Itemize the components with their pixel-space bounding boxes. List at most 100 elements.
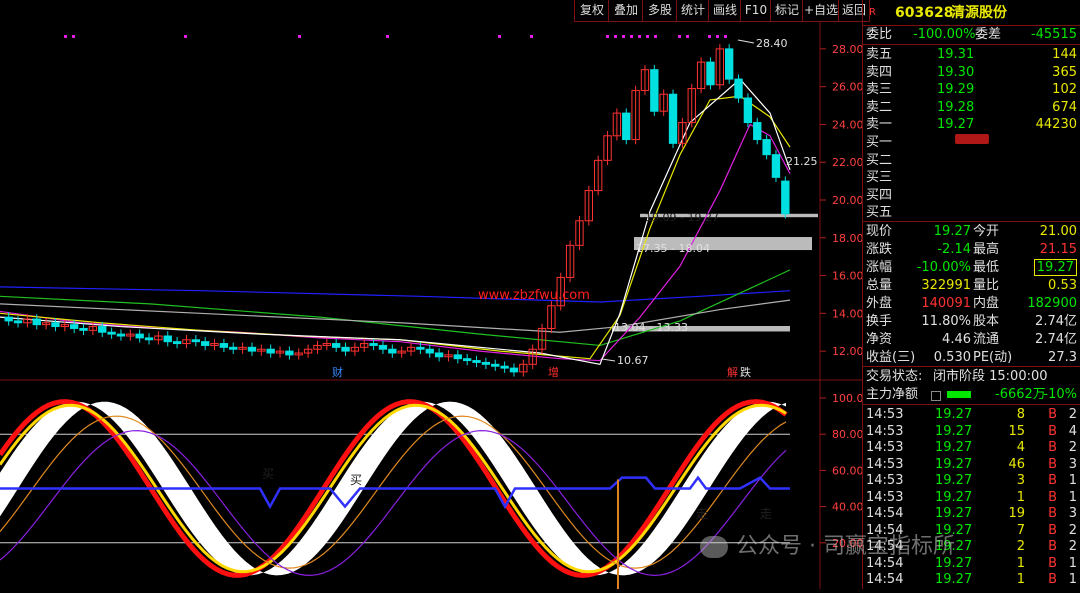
candle-body[interactable] xyxy=(650,69,659,112)
tick-time: 14:54 xyxy=(866,506,904,521)
y-tick-label: 26.00 xyxy=(832,81,862,94)
toolbar-4-button[interactable]: 统计 xyxy=(676,0,710,22)
event-marker: 增 xyxy=(548,365,559,379)
tick-direction: B xyxy=(1048,423,1057,439)
candle-body[interactable] xyxy=(229,346,238,350)
sub-signal-label: 买 xyxy=(350,473,362,487)
candle-body[interactable] xyxy=(481,361,491,365)
tick-row[interactable]: 14:53 19.27 1 B 1 xyxy=(863,489,1080,506)
sell-level-price: 19.29 xyxy=(937,82,975,97)
sub-y-tick-label: 80.00 xyxy=(832,428,862,441)
main-flow-value: -6662万 xyxy=(995,387,1046,402)
candle-body[interactable] xyxy=(266,348,275,354)
stat-row: 总量 322991 量比 0.53 xyxy=(863,277,1080,294)
toolbar-2-button[interactable]: 叠加 xyxy=(608,0,644,22)
candle-body[interactable] xyxy=(32,318,41,326)
toolbar-7-button[interactable]: 标记 xyxy=(770,0,804,22)
candle-body[interactable] xyxy=(762,139,771,156)
tick-count: 4 xyxy=(1068,423,1077,439)
candle-body[interactable] xyxy=(434,352,444,358)
candle-body[interactable] xyxy=(509,367,519,373)
tick-row[interactable]: 14:53 19.27 46 B 3 xyxy=(863,456,1080,473)
candle-body[interactable] xyxy=(668,93,678,144)
candle-body[interactable] xyxy=(378,344,388,350)
tick-count: 3 xyxy=(1068,456,1077,472)
signal-dot xyxy=(606,35,609,38)
tick-direction: B xyxy=(1048,539,1057,554)
toolbar-6-button[interactable]: F10 xyxy=(740,0,772,22)
chart-area[interactable]: 28.00 26.00 24.00 22.00 20.00 18.00 16.00 14.00… xyxy=(0,0,864,589)
candle-body[interactable] xyxy=(191,339,200,343)
candle-body[interactable] xyxy=(332,343,341,348)
kline-chart[interactable]: 28.00 26.00 24.00 22.00 20.00 18.00 16.00 14.00… xyxy=(0,0,864,589)
y-tick-label: 20.00 xyxy=(832,194,862,207)
candle-body[interactable] xyxy=(706,61,715,86)
trade-status-value: 闭市阶段 15:00:00 xyxy=(933,369,1048,384)
candle-body[interactable] xyxy=(98,326,107,333)
tick-volume: 4 xyxy=(1016,440,1025,455)
candle-body[interactable] xyxy=(453,354,462,360)
toolbar-8-button[interactable]: +自选 xyxy=(802,0,840,22)
tick-row[interactable]: 14:53 19.27 4 B 2 xyxy=(863,439,1080,456)
candle-body[interactable] xyxy=(79,327,88,331)
tick-row[interactable]: 14:54 19.27 1 B 1 xyxy=(863,571,1080,588)
candle-body[interactable] xyxy=(285,350,294,356)
candle-body[interactable] xyxy=(107,331,116,335)
sell-level-price: 19.31 xyxy=(937,47,975,62)
tick-direction: B xyxy=(1048,456,1057,472)
ma-blue-line xyxy=(0,286,791,303)
sub-y-tick-label: 40.00 xyxy=(832,501,862,514)
candle-body[interactable] xyxy=(491,363,500,367)
tick-direction: B xyxy=(1048,572,1057,587)
tick-direction: B xyxy=(1048,473,1057,488)
candle-body[interactable] xyxy=(781,180,790,215)
candle-body[interactable] xyxy=(622,112,631,141)
toolbar-5-button[interactable]: 画线 xyxy=(708,0,742,22)
candle-body[interactable] xyxy=(163,335,172,343)
candle-body[interactable] xyxy=(116,333,126,337)
candle-body[interactable] xyxy=(51,322,60,328)
sell-level-3: 卖三 19.29 102 xyxy=(863,81,1080,98)
candle-body[interactable] xyxy=(725,48,734,80)
signal-dot xyxy=(298,35,301,38)
candle-body[interactable] xyxy=(172,341,182,345)
candle-body[interactable] xyxy=(201,341,210,346)
stat-value: -2.14 xyxy=(937,242,971,257)
stock-header: R 603628 清源股份 xyxy=(863,3,1080,23)
candle-body[interactable] xyxy=(416,346,425,350)
main-flow-icon[interactable] xyxy=(931,391,941,401)
stat-value: 140091 xyxy=(921,296,971,311)
stat-label: 内盘 xyxy=(973,296,1000,311)
candle-body[interactable] xyxy=(388,348,397,354)
candle-body[interactable] xyxy=(743,97,753,124)
stat-label: 现价 xyxy=(866,224,893,239)
stat-label: 量比 xyxy=(973,278,1000,293)
tick-row[interactable]: 14:53 19.27 15 B 4 xyxy=(863,423,1080,440)
candle-body[interactable] xyxy=(135,333,144,339)
candle-body[interactable] xyxy=(219,343,229,348)
tick-row[interactable]: 14:54 19.27 19 B 3 xyxy=(863,505,1080,522)
tick-row[interactable]: 14:53 19.27 8 B 2 xyxy=(863,406,1080,423)
candle-body[interactable] xyxy=(4,316,13,322)
buy-level-label: 买四 xyxy=(866,187,893,203)
candle-body[interactable] xyxy=(144,337,154,341)
candle-body[interactable] xyxy=(369,343,378,346)
stat-label: 流通 xyxy=(973,332,1000,347)
candle-body[interactable] xyxy=(13,320,23,324)
candle-body[interactable] xyxy=(463,358,472,362)
toolbar-1-button[interactable]: 复权 xyxy=(574,0,610,22)
candle-body[interactable] xyxy=(771,154,781,178)
candle-body[interactable] xyxy=(734,78,743,99)
tick-row[interactable]: 14:53 19.27 3 B 1 xyxy=(863,472,1080,489)
candle-body[interactable] xyxy=(753,122,762,141)
candle-body[interactable] xyxy=(425,348,434,354)
tick-volume: 15 xyxy=(1008,423,1025,439)
candle-body[interactable] xyxy=(341,346,350,352)
y-tick-label: 24.00 xyxy=(832,118,862,131)
candle-body[interactable] xyxy=(472,360,481,363)
candle-body[interactable] xyxy=(70,324,79,329)
candle-body[interactable] xyxy=(500,365,509,369)
toolbar-3-button[interactable]: 多股 xyxy=(642,0,678,22)
tick-count: 1 xyxy=(1068,489,1077,505)
candle-body[interactable] xyxy=(247,346,257,352)
